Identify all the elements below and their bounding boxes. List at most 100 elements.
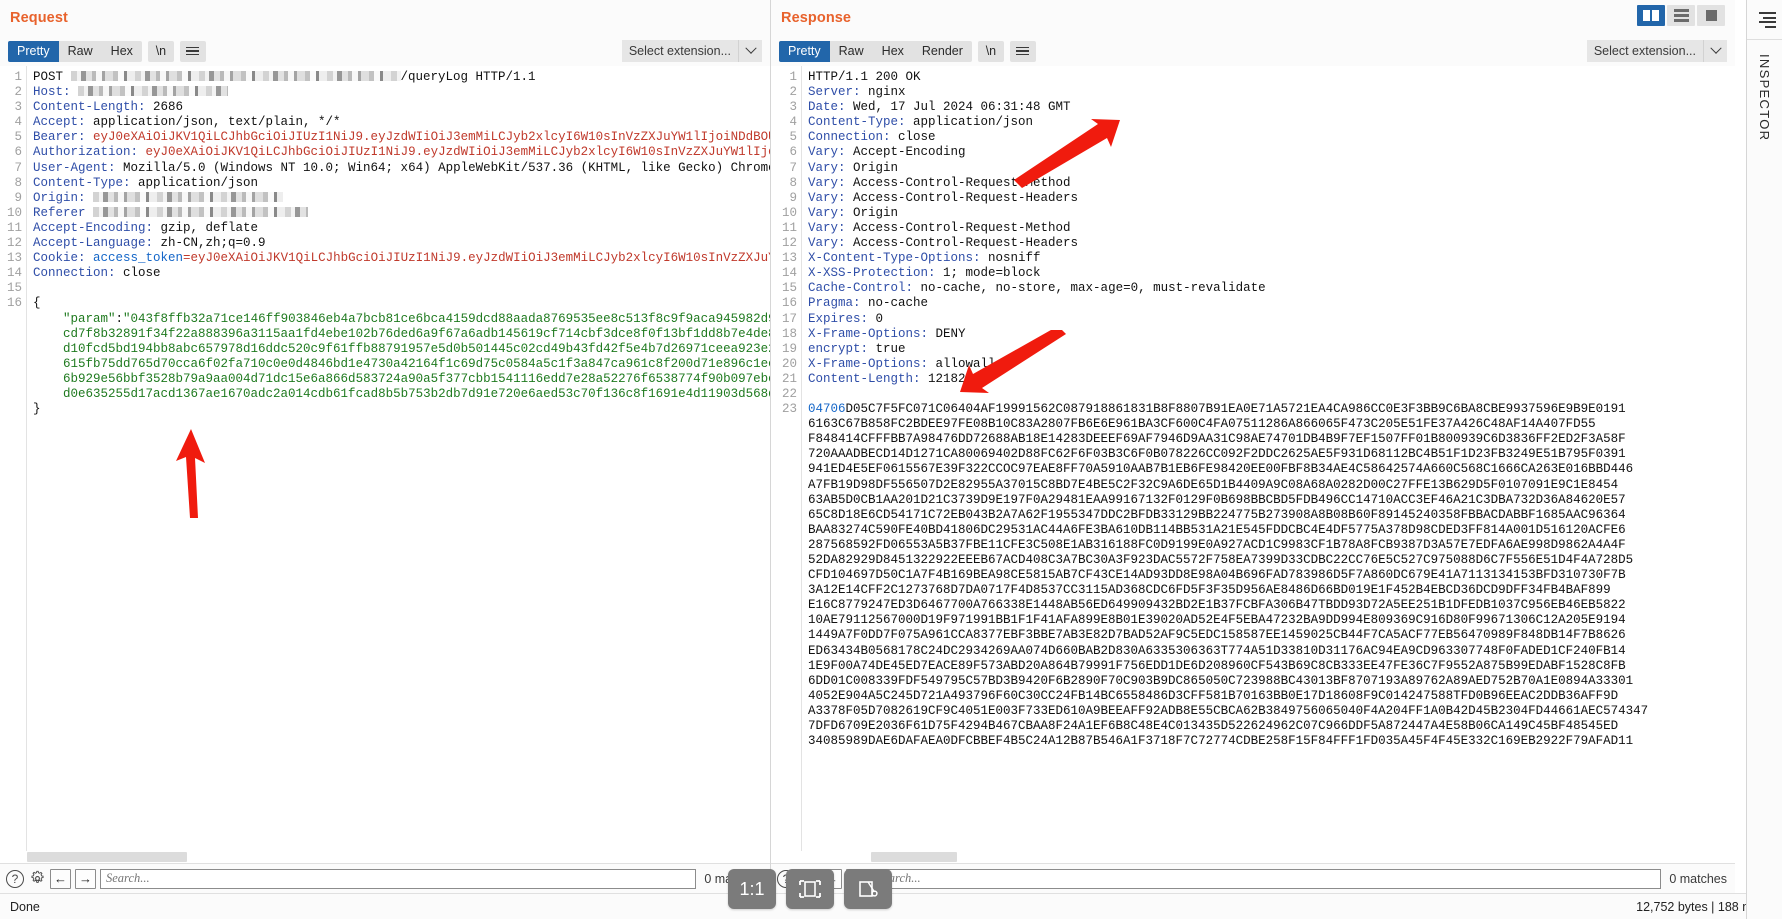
- code-line: Cache-Control: no-cache, no-store, max-a…: [808, 281, 1266, 296]
- line-number: 6: [789, 145, 797, 160]
- request-scroll-thumb[interactable]: [27, 852, 187, 862]
- code-line: 4052E904A5C245D721A493796F60C30CC24FB14B…: [808, 688, 1619, 703]
- request-search-prev-icon[interactable]: ←: [50, 868, 71, 889]
- code-line: Accept-Encoding: gzip, deflate: [33, 220, 259, 235]
- code-line: Server: nginx: [808, 85, 906, 100]
- line-number: 16: [781, 296, 797, 311]
- line-number: 2: [789, 85, 797, 100]
- response-tab-pretty[interactable]: Pretty: [779, 40, 830, 62]
- request-code[interactable]: POST /queryLog HTTP/1.1 Host: Content-Len…: [26, 66, 770, 851]
- response-newline-toggle[interactable]: \n: [977, 40, 1004, 62]
- single-view-icon[interactable]: [1697, 5, 1725, 26]
- inspector-menu-icon[interactable]: [1754, 9, 1776, 31]
- code-line: Bearer: eyJ0eXAiOiJKV1QiLCJhbGciOiJIUzI1…: [33, 130, 770, 145]
- response-code[interactable]: HTTP/1.1 200 OK Server: nginx Date: Wed, 1…: [801, 66, 1735, 851]
- request-menu-icon[interactable]: [179, 40, 206, 62]
- code-line: E16C8779247ED3D6467700A766338E1448AB56ED…: [808, 598, 1626, 613]
- fit-to-screen-button[interactable]: [786, 869, 834, 909]
- response-scroll-thumb[interactable]: [871, 852, 957, 862]
- line-number: 13: [6, 251, 22, 266]
- code-line: Vary: Origin: [808, 205, 899, 220]
- line-number: 9: [789, 190, 797, 205]
- line-number: 4: [789, 115, 797, 130]
- line-number: [771, 689, 801, 704]
- code-line: 34085989DAE6DAFAEA0DFCBBEF4B5C24A12B87B5…: [808, 734, 1634, 749]
- code-line: 04706D05C7F5FC071C06404AF19991562C087918…: [808, 402, 1626, 417]
- code-line: X-Content-Type-Options: nosniff: [808, 251, 1041, 266]
- request-search-input[interactable]: [100, 868, 697, 889]
- response-horizontal-scrollbar[interactable]: [771, 851, 1735, 863]
- request-tab-pretty[interactable]: Pretty: [8, 40, 59, 62]
- line-number: 23: [781, 402, 797, 417]
- line-number: [771, 613, 801, 628]
- line-number: [771, 719, 801, 734]
- line-number: 4: [14, 115, 22, 130]
- redacted-text: [70, 71, 401, 81]
- code-line: 287568592FD06553A5B37FBE11CFE3C508E1AB31…: [808, 537, 1626, 552]
- line-number: [771, 644, 801, 659]
- code-line: encrypt: true: [808, 341, 906, 356]
- request-extension-select[interactable]: Select extension...: [621, 40, 762, 62]
- stacked-view-icon[interactable]: [1667, 5, 1695, 26]
- code-line: 65C8D18E6CD54171C72EB043B2A7A62F1955347D…: [808, 507, 1626, 522]
- chevron-down-icon[interactable]: [738, 40, 762, 62]
- line-number: 13: [781, 251, 797, 266]
- request-tab-raw[interactable]: Raw: [59, 41, 102, 62]
- response-extension-select[interactable]: Select extension...: [1586, 40, 1727, 62]
- line-number: 12: [6, 236, 22, 251]
- line-number: 1: [789, 70, 797, 84]
- status-text: Done: [10, 899, 40, 914]
- line-number: [771, 478, 801, 493]
- line-number: 8: [14, 175, 22, 190]
- zoom-reset-button[interactable]: 1:1: [728, 869, 776, 909]
- code-line: Vary: Access-Control-Request-Method: [808, 220, 1071, 235]
- code-line: HTTP/1.1 200 OK: [808, 70, 921, 84]
- inspector-tab-label[interactable]: INSPECTOR: [1757, 54, 1772, 141]
- response-tab-raw[interactable]: Raw: [830, 41, 873, 62]
- code-line: "param":"043f8ffb32a71ce146ff903846eb4a7…: [63, 311, 770, 326]
- split-view-icon[interactable]: [1637, 5, 1665, 26]
- response-menu-icon[interactable]: [1009, 40, 1036, 62]
- code-line: d0e635255d17acd1367ae1670adc2a014cdb61fc…: [63, 386, 770, 401]
- request-editor[interactable]: 1 2 3 4 5 6 7 8 9 10 11 12 13 14 15 16 POST /queryLog H…: [0, 66, 770, 851]
- request-search-bar: ? ← → 0 matches: [0, 863, 770, 893]
- line-number: [771, 447, 801, 462]
- response-tab-render[interactable]: Render: [913, 41, 972, 62]
- capture-region-button[interactable]: [844, 869, 892, 909]
- request-view-tabs: Pretty Raw Hex: [8, 40, 142, 62]
- response-match-count: 0 matches: [1669, 871, 1727, 886]
- request-settings-gear-icon[interactable]: [28, 870, 46, 888]
- inspector-rail: INSPECTOR: [1746, 0, 1782, 919]
- response-tab-hex[interactable]: Hex: [873, 41, 913, 62]
- request-horizontal-scrollbar[interactable]: [0, 851, 770, 863]
- request-tab-hex[interactable]: Hex: [102, 41, 142, 62]
- code-line: Date: Wed, 17 Jul 2024 06:31:48 GMT: [808, 100, 1071, 115]
- rail-divider: [1747, 39, 1782, 40]
- line-number: [0, 387, 26, 402]
- code-line: X-XSS-Protection: 1; mode=block: [808, 266, 1041, 281]
- code-line: A7FB19D98DF556507D2E82955A37015C8BD7E4BE…: [808, 477, 1619, 492]
- line-number: [771, 493, 801, 508]
- request-newline-toggle[interactable]: \n: [147, 40, 174, 62]
- line-number: 17: [781, 311, 797, 326]
- request-panel-title: Request: [10, 10, 68, 26]
- line-number: 7: [789, 160, 797, 175]
- response-search-input[interactable]: [871, 868, 1662, 889]
- line-number: [0, 372, 26, 387]
- line-number: [771, 659, 801, 674]
- request-pane: Request Pretty Raw Hex \n Select extensi…: [0, 0, 771, 893]
- code-line: Vary: Access-Control-Request-Headers: [808, 236, 1079, 251]
- chevron-down-icon[interactable]: [1703, 40, 1727, 62]
- request-help-icon[interactable]: ?: [6, 869, 24, 888]
- floating-zoom-controls: 1:1: [728, 869, 892, 909]
- request-search-next-icon[interactable]: →: [75, 868, 96, 889]
- code-line: Accept: application/json, text/plain, */…: [33, 115, 341, 130]
- code-line: Vary: Accept-Encoding: [808, 145, 966, 160]
- line-number: [771, 432, 801, 447]
- line-number: 12: [781, 236, 797, 251]
- response-pane: Response Pretty Raw Hex Render \n Select…: [771, 0, 1735, 893]
- line-number: [771, 583, 801, 598]
- code-line: Referer: [33, 206, 770, 221]
- response-editor[interactable]: 1 2 3 4 5 6 7 8 9 10 11 12 13 14 15 16 17 18 19 20 21 22 23 HT…: [771, 66, 1735, 851]
- code-line: Content-Type: application/json: [33, 175, 259, 190]
